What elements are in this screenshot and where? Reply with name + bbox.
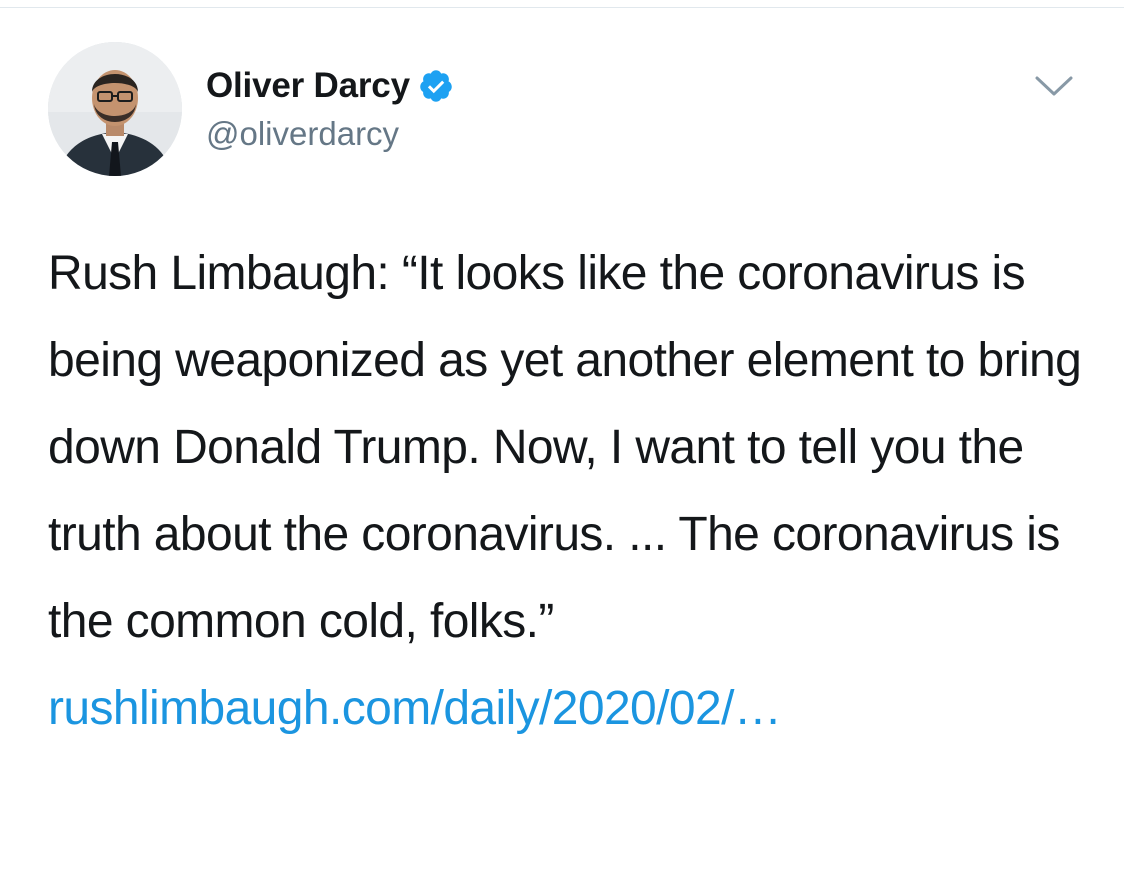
display-name[interactable]: Oliver Darcy [206, 64, 410, 108]
tweet-header: Oliver Darcy @oliverdarcy [48, 42, 1088, 178]
top-divider [0, 0, 1124, 8]
user-handle[interactable]: @oliverdarcy [206, 112, 454, 156]
tweet-body: Rush Limbaugh: “It looks like the corona… [48, 230, 1088, 752]
display-name-row: Oliver Darcy [206, 64, 454, 108]
author-info: Oliver Darcy @oliverdarcy [206, 64, 454, 156]
chevron-down-icon[interactable] [1034, 72, 1074, 100]
verified-badge-icon [418, 68, 454, 104]
tweet-text: Rush Limbaugh: “It looks like the corona… [48, 247, 1082, 648]
profile-photo-icon [48, 42, 182, 176]
avatar[interactable] [48, 42, 182, 176]
tweet-link[interactable]: rushlimbaugh.com/daily/2020/02/… [48, 665, 1088, 752]
